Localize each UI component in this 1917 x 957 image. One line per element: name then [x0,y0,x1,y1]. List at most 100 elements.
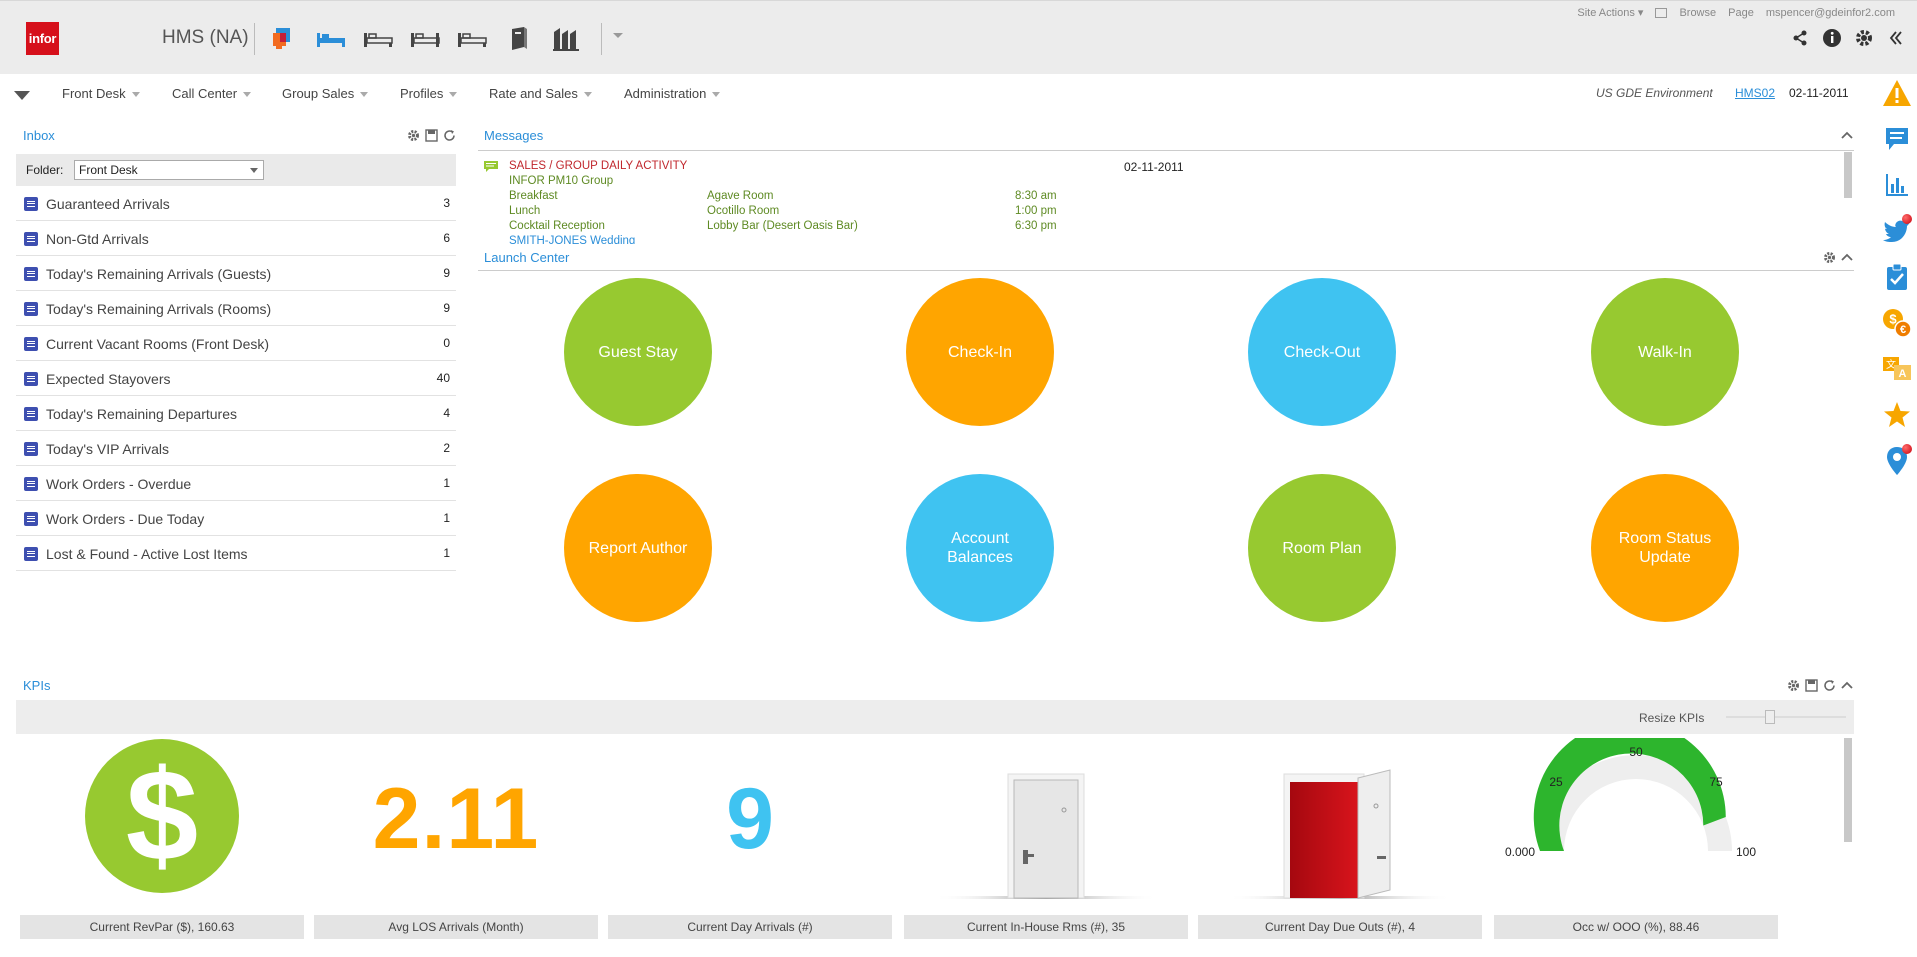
location-icon[interactable] [1882,444,1912,476]
inbox-title: Inbox [23,128,55,143]
inbox-row[interactable]: Work Orders - Due Today 1 [16,501,456,536]
kpi-tile-occupancy[interactable]: 0.000 25 50 75 100 Occ w/ OOO (%), 88.46 [1494,720,1778,950]
inbox-row-count: 1 [443,546,450,560]
message-group: INFOR PM10 Group [509,175,614,187]
launch-button-check-out[interactable]: Check-Out [1248,278,1396,426]
messages-icon[interactable] [1882,124,1912,154]
launch-button-room-status-update[interactable]: Room Status Update [1591,474,1739,622]
inbox-row[interactable]: Today's Remaining Arrivals (Rooms) 9 [16,291,456,326]
star-icon[interactable] [1882,400,1912,430]
launch-button-report-author[interactable]: Report Author [564,474,712,622]
save-icon[interactable] [424,128,438,142]
infor-logo[interactable]: infor [26,22,59,55]
collapse-up-icon[interactable] [1840,678,1854,692]
inbox-row[interactable]: Today's Remaining Departures 4 [16,396,456,431]
kpi-visual [1198,738,1482,908]
kpi-tile-arrivals[interactable]: 9 Current Day Arrivals (#) [608,738,892,950]
message-subject[interactable]: SALES / GROUP DAILY ACTIVITY [509,160,687,172]
page-link[interactable]: Page [1728,7,1754,19]
property-code-link[interactable]: HMS02 [1735,86,1775,100]
gear-icon[interactable] [406,128,420,142]
kpi-tile-due-outs[interactable]: Current Day Due Outs (#), 4 [1198,738,1482,950]
kpi-tile-in-house[interactable]: Current In-House Rms (#), 35 [904,738,1188,950]
share-icon[interactable] [1789,27,1811,49]
inbox-row[interactable]: Current Vacant Rooms (Front Desk) 0 [16,326,456,361]
launch-center-tools [1822,250,1854,264]
resize-kpis-track[interactable] [1726,716,1846,718]
launch-button-room-plan[interactable]: Room Plan [1248,474,1396,622]
folder-select[interactable]: Front Desk [74,160,264,180]
warning-icon[interactable] [1882,78,1912,108]
inbox-row-label: Today's Remaining Arrivals (Guests) [46,266,272,282]
launch-button-guest-stay[interactable]: Guest Stay [564,278,712,426]
kpi-scrollbar[interactable] [1844,738,1852,842]
messages-title: Messages [484,128,544,143]
refresh-icon[interactable] [1822,678,1836,692]
top-links: Site Actions ▾ Browse Page mspencer@gdei… [1577,6,1895,20]
notification-dot [1902,214,1912,224]
inbox-row[interactable]: Today's VIP Arrivals 2 [16,431,456,466]
nav-call-center[interactable]: Call Center [172,86,252,101]
collapse-icon[interactable] [1885,27,1907,49]
nav-front-desk[interactable]: Front Desk [62,86,140,101]
svg-text:A: A [1899,368,1907,380]
bed-icon[interactable] [409,23,441,55]
site-actions-menu[interactable]: Site Actions ▾ [1577,6,1643,19]
inbox-row[interactable]: Expected Stayovers 40 [16,361,456,396]
gear-icon[interactable] [1786,678,1800,692]
inbox-row-count: 9 [443,266,450,280]
twitter-icon[interactable] [1882,214,1912,246]
inbox-row[interactable]: Lost & Found - Active Lost Items 1 [16,536,456,571]
message-next-group[interactable]: SMITH-JONES Wedding [509,235,635,244]
nav-rate-and-sales[interactable]: Rate and Sales [489,86,592,101]
right-rail: $ € 文A [1877,74,1917,957]
collapse-up-icon[interactable] [1840,250,1854,264]
collapse-up-icon[interactable] [1840,128,1854,142]
bed-icon[interactable] [315,23,347,55]
messages-panel: Messages SALES / GROUP DAILY ACTIVITY 02… [478,124,1854,244]
divider [478,150,1854,151]
guest-stay-icon[interactable] [268,23,300,55]
main-nav: Front Desk Call Center Group Sales Profi… [0,74,1880,114]
inbox-row[interactable]: Non-Gtd Arrivals 6 [16,221,456,256]
nav-toggle-icon[interactable] [14,88,30,100]
inbox-row[interactable]: Today's Remaining Arrivals (Guests) 9 [16,256,456,291]
nav-profiles[interactable]: Profiles [400,86,458,101]
gauge-min-label: 0.000 [1505,845,1535,859]
nav-administration[interactable]: Administration [624,86,721,101]
inbox-row-label: Work Orders - Due Today [46,511,205,527]
bed-icon[interactable] [362,23,394,55]
currency-icon[interactable]: $ € [1882,308,1912,338]
bed-icon[interactable] [456,23,488,55]
message-body: SALES / GROUP DAILY ACTIVITY 02-11-2011 … [478,152,1844,244]
building-icon[interactable] [550,23,582,55]
messages-scrollbar[interactable] [1844,152,1852,198]
inbox-row[interactable]: Work Orders - Overdue 1 [16,466,456,501]
gear-icon[interactable] [1822,250,1836,264]
gear-icon[interactable] [1853,27,1875,49]
launch-button-account-balances[interactable]: Account Balances [906,474,1054,622]
kpi-tile-avg-los[interactable]: 2.11 Avg LOS Arrivals (Month) [314,738,598,950]
chart-icon[interactable] [1882,170,1912,200]
translate-icon[interactable]: 文A [1882,354,1912,384]
book-icon[interactable] [503,23,535,55]
save-icon[interactable] [1804,678,1818,692]
kpi-tile-revpar[interactable]: $ Current RevPar ($), 160.63 [20,738,304,950]
info-icon[interactable] [1821,27,1843,49]
app-window: infor HMS (NA) Site Actions ▾ Browse Pag… [0,0,1917,957]
event-room: Ocotillo Room [707,205,780,217]
nav-group-sales[interactable]: Group Sales [282,86,369,101]
launch-button-walk-in[interactable]: Walk-In [1591,278,1739,426]
clipboard-icon[interactable] [1882,262,1912,292]
resize-kpis-slider[interactable] [1765,710,1775,724]
refresh-icon[interactable] [442,128,456,142]
launch-button-check-in[interactable]: Check-In [906,278,1054,426]
browse-link[interactable]: Browse [1679,7,1716,19]
page-icon[interactable] [1655,7,1668,18]
inbox-row[interactable]: Guaranteed Arrivals 3 [16,186,456,221]
user-link[interactable]: mspencer@gdeinfor2.com [1766,7,1895,19]
toolbar-more-dropdown[interactable] [612,31,630,49]
gauge-tick-75: 75 [1709,775,1723,789]
list-icon [24,372,38,386]
inbox-row-count: 40 [436,371,450,385]
